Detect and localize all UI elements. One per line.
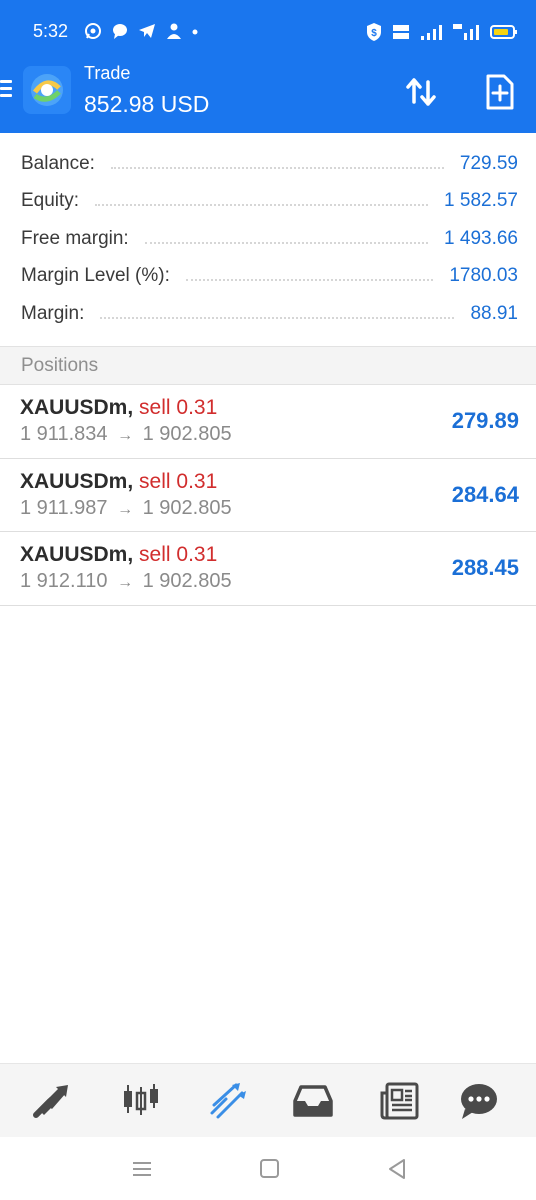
chart-icon[interactable] <box>118 1078 164 1124</box>
position-current-price: 1 902.805 <box>142 423 232 445</box>
new-order-icon[interactable] <box>480 70 520 114</box>
4g-signal-icon <box>452 22 480 47</box>
position-title: XAUUSDm, sell 0.31 <box>20 470 217 494</box>
signal-icon <box>420 22 442 47</box>
svg-text:$: $ <box>371 28 377 39</box>
bottom-navigation <box>0 1063 536 1137</box>
history-icon[interactable] <box>290 1078 336 1124</box>
summary-label: Free margin: <box>21 227 129 249</box>
position-current-price: 1 902.805 <box>142 570 232 592</box>
page-title: Trade <box>84 63 131 83</box>
notification-icons <box>84 22 198 40</box>
back-icon[interactable] <box>384 1157 412 1181</box>
summary-value: 729.59 <box>459 152 518 174</box>
volte-icon <box>392 22 410 47</box>
news-icon[interactable] <box>377 1078 423 1124</box>
position-prices: 1 912.110 → 1 902.805 <box>20 570 232 593</box>
summary-value: 1 582.57 <box>444 190 518 212</box>
dotted-leader <box>185 279 434 282</box>
dot-icon <box>192 22 198 40</box>
arrow-right-icon: → <box>117 574 134 591</box>
summary-row-balance: Balance: 729.59 <box>0 145 536 183</box>
position-profit: 288.45 <box>451 555 519 580</box>
position-type: sell 0.31 <box>139 396 218 419</box>
position-open-price: 1 912.110 <box>20 570 108 592</box>
position-type: sell 0.31 <box>139 469 218 493</box>
telegram-icon <box>138 22 156 40</box>
summary-label: Margin: <box>21 302 85 324</box>
position-profit: 284.64 <box>451 481 519 507</box>
position-open-price: 1 911.987 <box>20 496 108 519</box>
summary-row-margin-level: Margin Level (%): 1780.03 <box>0 258 536 296</box>
position-symbol: XAUUSDm <box>20 396 128 419</box>
person-icon <box>165 22 183 40</box>
position-separator: , <box>127 396 134 419</box>
dotted-leader <box>95 204 429 207</box>
summary-label: Equity: <box>21 190 80 212</box>
status-bar: 5:32 $ <box>0 0 536 62</box>
positions-list: XAUUSDm, sell 0.31 1 911.834 → 1 902.805… <box>0 385 536 606</box>
position-separator: , <box>127 469 134 493</box>
positions-header-label: Positions <box>21 355 99 376</box>
position-title: XAUUSDm, sell 0.31 <box>20 543 217 567</box>
status-time: 5:32 <box>33 21 69 41</box>
position-profit: 279.89 <box>451 408 519 433</box>
arrow-right-icon: → <box>117 500 134 518</box>
quotes-icon[interactable] <box>29 1078 75 1124</box>
position-row[interactable]: XAUUSDm, sell 0.31 1 911.834 → 1 902.805… <box>0 385 536 459</box>
dotted-leader <box>144 241 429 244</box>
summary-label: Margin Level (%): <box>21 265 170 287</box>
position-row[interactable]: XAUUSDm, sell 0.31 1 912.110 → 1 902.805… <box>0 532 536 606</box>
position-prices: 1 911.987 → 1 902.805 <box>20 497 232 520</box>
dotted-leader <box>110 166 444 169</box>
arrow-right-icon: → <box>117 427 134 444</box>
summary-label: Balance: <box>21 152 95 174</box>
position-title: XAUUSDm, sell 0.31 <box>20 396 217 420</box>
recents-icon[interactable] <box>128 1157 156 1181</box>
position-type: sell 0.31 <box>139 543 218 566</box>
summary-row-free-margin: Free margin: 1 493.66 <box>0 220 536 258</box>
position-row[interactable]: XAUUSDm, sell 0.31 1 911.987 → 1 902.805… <box>0 459 536 532</box>
metatrader-logo-icon <box>23 66 71 114</box>
position-symbol: XAUUSDm <box>20 469 128 493</box>
position-open-price: 1 911.834 <box>20 423 108 445</box>
app-header: 5:32 $ Trade 852.98 USD <box>0 0 536 133</box>
header-balance: 852.98 USD <box>84 91 210 117</box>
position-prices: 1 911.834 → 1 902.805 <box>20 423 232 446</box>
menu-icon[interactable] <box>0 80 14 100</box>
battery-icon <box>490 22 518 47</box>
summary-value: 1 493.66 <box>444 227 518 249</box>
dotted-leader <box>100 316 455 319</box>
chat-bubble-icon <box>111 22 129 40</box>
home-icon[interactable] <box>256 1157 284 1181</box>
messages-icon[interactable] <box>456 1078 502 1124</box>
account-summary: Balance: 729.59 Equity: 1 582.57 Free ma… <box>0 145 536 333</box>
summary-row-margin: Margin: 88.91 <box>0 295 536 333</box>
trade-icon[interactable] <box>205 1078 251 1124</box>
summary-value: 88.91 <box>470 302 518 324</box>
position-separator: , <box>127 543 134 566</box>
position-current-price: 1 902.805 <box>142 496 232 519</box>
position-symbol: XAUUSDm <box>20 543 128 566</box>
summary-row-equity: Equity: 1 582.57 <box>0 183 536 221</box>
shield-icon: $ <box>366 22 382 47</box>
sort-icon[interactable] <box>400 70 444 114</box>
system-status-icons: $ <box>366 22 518 47</box>
summary-value: 1780.03 <box>449 265 518 287</box>
system-navigation-bar <box>0 1137 536 1200</box>
whatsapp-icon <box>84 22 102 40</box>
positions-section-header: Positions <box>0 346 536 385</box>
